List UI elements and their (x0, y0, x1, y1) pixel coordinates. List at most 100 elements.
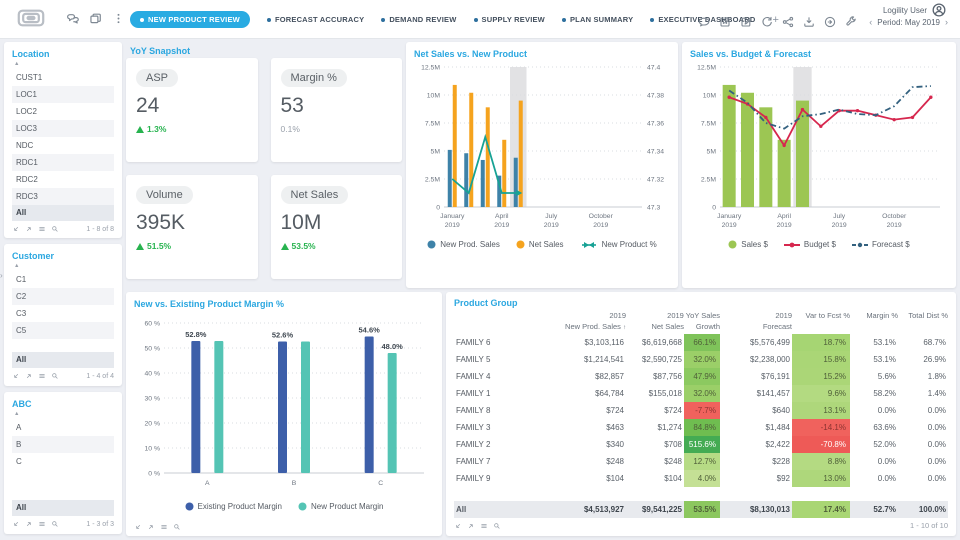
edit-icon[interactable] (740, 16, 752, 28)
sort-asc-icon[interactable]: ▲ (14, 263, 114, 269)
expand-icon[interactable] (467, 522, 475, 530)
collapse-icon[interactable] (12, 520, 20, 528)
zoom-icon[interactable] (493, 522, 501, 530)
period-next-button[interactable]: › (945, 17, 948, 27)
tab-demand-review[interactable]: DEMAND REVIEW (381, 15, 456, 24)
comment-icon[interactable] (698, 16, 710, 28)
legend-item-forecast[interactable]: Forecast $ (852, 240, 910, 249)
filter-all[interactable]: All (12, 352, 114, 368)
table-row-family-2[interactable]: FAMILY 2 $340 $708 515.6% $2,422 -70.8% … (454, 436, 948, 453)
col-header[interactable]: Total Dist % (898, 310, 948, 321)
tab-supply-review[interactable]: SUPPLY REVIEW (474, 15, 545, 24)
zoom-icon[interactable] (51, 520, 59, 528)
table-row-family-7[interactable]: FAMILY 7 $248 $248 12.7% $228 8.8% 0.0% … (454, 453, 948, 470)
sales-vs-budget-forecast-chart[interactable]: 02.5M5M7.5M10M12.5MJanuary2019April2019J… (690, 59, 948, 239)
cell-new-prod-sales: $3,103,116 (546, 334, 626, 351)
margin-compare-chart[interactable]: 0 %10 %20 %30 %40 %50 %60 %A52.8%B52.6%C… (134, 309, 434, 501)
pane-collapse-handle[interactable]: › (0, 271, 3, 280)
share-icon[interactable] (782, 16, 794, 28)
tab-forecast-accuracy[interactable]: FORECAST ACCURACY (267, 15, 364, 24)
filter-item-ndc[interactable]: NDC (12, 137, 114, 154)
filter-item-a[interactable]: A (12, 419, 114, 436)
zoom-icon[interactable] (173, 523, 181, 531)
filter-item-cust1[interactable]: CUST1 (12, 69, 114, 86)
filter-item-c3[interactable]: C3 (12, 305, 114, 322)
kpi-card-margin: Margin % 53 0.1% (271, 58, 403, 162)
filter-item-c[interactable]: C (12, 453, 114, 470)
legend-item-net-sales[interactable]: Net Sales (516, 240, 564, 249)
expand-icon[interactable] (25, 520, 33, 528)
legend-item-existing-product-margin[interactable]: Existing Product Margin (185, 502, 282, 511)
col-header[interactable]: Margin % (850, 310, 898, 321)
user-menu[interactable]: Logility User (883, 3, 946, 17)
col-header-sorted[interactable]: New Prod. Sales ↑ (546, 321, 626, 334)
menu-icon[interactable] (160, 523, 168, 531)
filter-item-rdc2[interactable]: RDC2 (12, 171, 114, 188)
filter-item-b[interactable]: B (12, 436, 114, 453)
workbooks-icon[interactable] (89, 12, 102, 25)
table-row-all[interactable]: All $4,513,927 $9,541,225 53.5% $8,130,0… (454, 501, 948, 518)
cell-total-dist: 1.4% (898, 385, 948, 402)
sort-asc-icon[interactable]: ▲ (14, 411, 114, 417)
product-group-table: Product Group 20192019 YoY Sales 2019Var… (446, 292, 956, 536)
tab-dot-icon (267, 18, 271, 22)
table-row-family-3[interactable]: FAMILY 3 $463 $1,274 84.8% $1,484 -14.1%… (454, 419, 948, 436)
filter-panel-location: Location▲CUST1LOC1LOC2LOC3NDCRDC1RDC2RDC… (4, 42, 122, 238)
refresh-icon[interactable] (761, 16, 773, 28)
zoom-icon[interactable] (51, 372, 59, 380)
filter-item-loc3[interactable]: LOC3 (12, 120, 114, 137)
filter-item-c5[interactable]: C5 (12, 322, 114, 339)
menu-icon[interactable] (38, 520, 46, 528)
menu-icon[interactable] (38, 225, 46, 233)
table-row-family-1[interactable]: FAMILY 1 $64,784 $155,018 32.0% $141,457… (454, 385, 948, 402)
table-row-family-6[interactable]: FAMILY 6 $3,103,116 $6,619,668 66.1% $5,… (454, 334, 948, 351)
filter-item-c1[interactable]: C1 (12, 271, 114, 288)
collapse-icon[interactable] (134, 523, 142, 531)
tab-plan-summary[interactable]: PLAN SUMMARY (562, 15, 633, 24)
filter-item-loc1[interactable]: LOC1 (12, 86, 114, 103)
expand-icon[interactable] (25, 225, 33, 233)
col-header[interactable]: Forecast (720, 321, 792, 334)
menu-icon[interactable] (480, 522, 488, 530)
legend-item-new-product[interactable]: New Product % (580, 240, 657, 249)
filter-item-rdc3[interactable]: RDC3 (12, 188, 114, 205)
net-sales-vs-new-product-chart[interactable]: 02.5M5M7.5M10M12.5M47.347.3247.3447.3647… (414, 59, 670, 239)
expand-icon[interactable] (25, 372, 33, 380)
table-row-family-4[interactable]: FAMILY 4 $82,857 $87,756 47.9% $76,191 1… (454, 368, 948, 385)
tab-dot-icon (381, 18, 385, 22)
legend-item-budget[interactable]: Budget $ (784, 240, 836, 249)
col-header[interactable]: Net Sales (626, 321, 684, 334)
table-row-family-8[interactable]: FAMILY 8 $724 $724 -7.7% $640 13.1% 0.0%… (454, 402, 948, 419)
col-group: 2019 YoY Sales (626, 310, 720, 321)
cell-growth: 4.0% (684, 470, 720, 487)
filter-item-rdc1[interactable]: RDC1 (12, 154, 114, 171)
zoom-icon[interactable] (51, 225, 59, 233)
legend-item-sales[interactable]: Sales $ (728, 240, 768, 249)
filter-item-c2[interactable]: C2 (12, 288, 114, 305)
cell-product-group: All (454, 501, 546, 518)
cell-total-dist: 1.8% (898, 368, 948, 385)
filter-item-loc2[interactable]: LOC2 (12, 103, 114, 120)
export-icon[interactable] (824, 16, 836, 28)
table-row-family-9[interactable]: FAMILY 9 $104 $104 4.0% $92 13.0% 0.0% 0… (454, 470, 948, 487)
expand-icon[interactable] (147, 523, 155, 531)
conversations-icon[interactable] (66, 12, 79, 25)
collapse-icon[interactable] (454, 522, 462, 530)
tab-new-product-review[interactable]: NEW PRODUCT REVIEW (130, 11, 250, 28)
col-header[interactable]: Var to Fcst % (792, 310, 850, 321)
save-icon[interactable] (719, 16, 731, 28)
period-prev-button[interactable]: ‹ (869, 17, 872, 27)
legend-item-new-product-margin[interactable]: New Product Margin (298, 502, 383, 511)
legend-item-new-prod-sales[interactable]: New Prod. Sales (427, 240, 500, 249)
table-row-family-5[interactable]: FAMILY 5 $1,214,541 $2,590,725 32.0% $2,… (454, 351, 948, 368)
more-options-icon[interactable] (112, 12, 125, 25)
tools-icon[interactable] (845, 16, 857, 28)
filter-all[interactable]: All (12, 205, 114, 221)
download-icon[interactable] (803, 16, 815, 28)
collapse-icon[interactable] (12, 372, 20, 380)
filter-all[interactable]: All (12, 500, 114, 516)
menu-icon[interactable] (38, 372, 46, 380)
col-header[interactable]: Growth (684, 321, 720, 334)
sort-asc-icon[interactable]: ▲ (14, 61, 114, 67)
collapse-icon[interactable] (12, 225, 20, 233)
